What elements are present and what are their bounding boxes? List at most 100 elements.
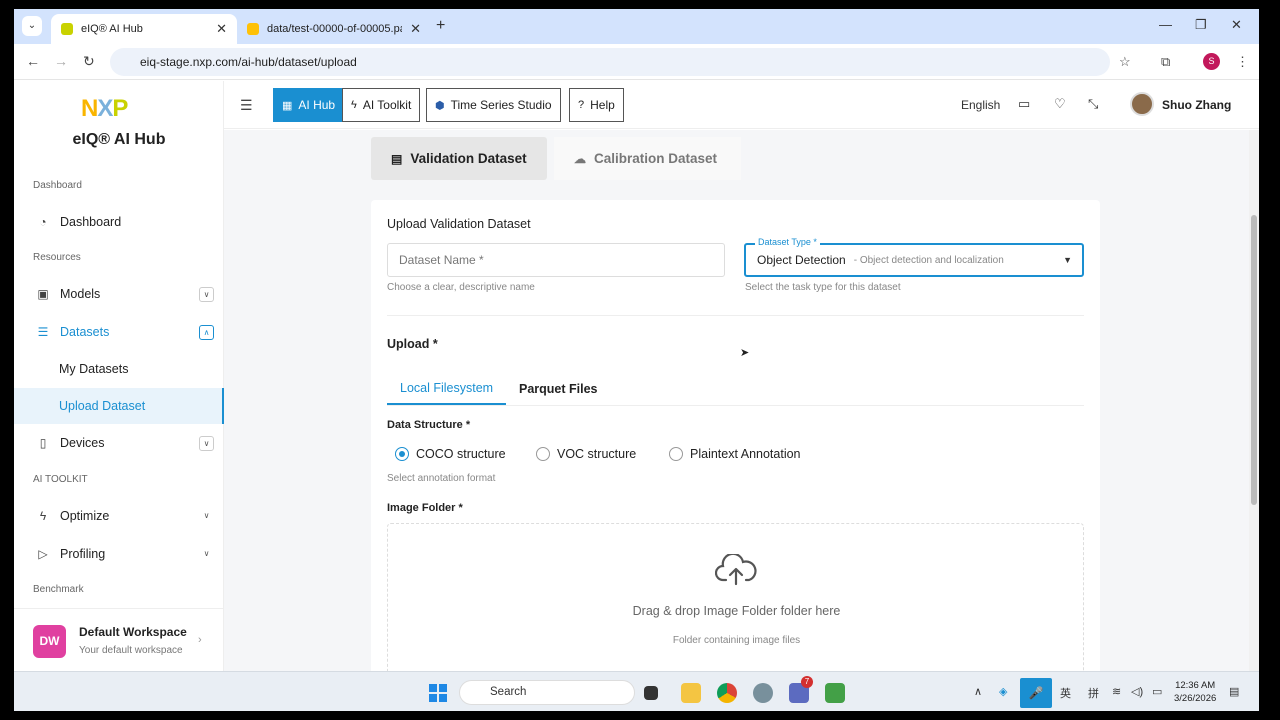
- ime-pinyin[interactable]: 拼: [1088, 685, 1099, 701]
- sidebar-item-dashboard[interactable]: ◔ Dashboard: [14, 204, 224, 240]
- workspace-name: Default Workspace: [79, 625, 187, 639]
- volume-icon[interactable]: ◁): [1131, 685, 1143, 698]
- cloud-upload-icon: [715, 554, 757, 586]
- help-button[interactable]: ? Help: [569, 88, 624, 122]
- system-clock[interactable]: 12:36 AM 3/26/2026: [1174, 679, 1216, 705]
- network-app-icon[interactable]: ◈: [999, 685, 1007, 698]
- tab-local-filesystem[interactable]: Local Filesystem: [387, 373, 507, 405]
- radio-label: COCO structure: [416, 447, 506, 461]
- data-structure-label: Data Structure *: [387, 419, 471, 431]
- device-icon: ▯: [39, 436, 47, 450]
- close-window-icon[interactable]: ✕: [1231, 17, 1242, 33]
- lightning-icon: ϟ: [351, 99, 357, 111]
- user-avatar[interactable]: [1130, 92, 1154, 116]
- task-view-icon[interactable]: [644, 686, 658, 700]
- chevron-down-icon[interactable]: ∨: [199, 286, 214, 302]
- sidebar-item-profiling[interactable]: ▷ Profiling ∨: [14, 536, 224, 572]
- huggingface-favicon-icon: [247, 23, 259, 35]
- browser-tab-parquet[interactable]: data/test-00000-of-00005.parq ✕: [237, 14, 431, 44]
- chevron-up-icon[interactable]: ∧: [199, 324, 214, 340]
- file-explorer-icon[interactable]: [681, 683, 701, 703]
- new-tab-icon[interactable]: +: [436, 17, 445, 35]
- tab-parquet-files[interactable]: Parquet Files: [506, 373, 611, 405]
- browser-tab-strip: ⌄ eIQ® AI Hub ✕ data/test-00000-of-00005…: [14, 9, 1259, 44]
- radio-plaintext[interactable]: Plaintext Annotation: [669, 447, 801, 461]
- minimize-icon[interactable]: —: [1159, 17, 1172, 32]
- sidebar-item-datasets[interactable]: ☰ Datasets ∧: [14, 314, 224, 350]
- close-tab-icon[interactable]: ✕: [216, 21, 227, 37]
- grid-icon: ▦: [282, 99, 293, 112]
- time-series-studio-button[interactable]: ⬢ Time Series Studio: [426, 88, 561, 122]
- language-selector[interactable]: English: [961, 98, 1000, 112]
- dropdown-caret-icon: ▼: [1063, 255, 1072, 265]
- notifications-icon[interactable]: ▤: [1229, 685, 1239, 698]
- tab-validation-dataset[interactable]: ▤ Validation Dataset: [371, 137, 547, 180]
- taskbar-search[interactable]: Search: [459, 680, 635, 705]
- settings-icon[interactable]: [753, 683, 773, 703]
- profile-avatar[interactable]: S: [1203, 53, 1220, 70]
- dataset-type-select[interactable]: Dataset Type * Object Detection - Object…: [744, 237, 1084, 277]
- dataset-name-helper: Choose a clear, descriptive name: [387, 282, 535, 293]
- reload-icon[interactable]: ↻: [83, 53, 95, 70]
- sidebar-item-label: My Datasets: [59, 362, 129, 376]
- windows-start-icon[interactable]: [429, 684, 447, 702]
- workspace-switcher[interactable]: DW Default Workspace Your default worksp…: [14, 608, 224, 671]
- wallet-icon[interactable]: ▭: [1018, 96, 1030, 112]
- close-tab-icon[interactable]: ✕: [410, 21, 421, 37]
- tab-title: data/test-00000-of-00005.parq: [267, 23, 402, 35]
- logo-letter-n: N: [81, 95, 98, 122]
- tab-calibration-dataset[interactable]: ☁ Calibration Dataset: [554, 137, 741, 180]
- logo-letter-x: X: [97, 95, 113, 122]
- dataset-name-input[interactable]: Dataset Name *: [387, 243, 725, 277]
- format-hint: Select annotation format: [387, 473, 496, 484]
- ime-mode[interactable]: 英: [1060, 685, 1071, 701]
- url-field[interactable]: eiq-stage.nxp.com/ai-hub/dataset/upload: [110, 48, 1110, 76]
- sidebar-item-models[interactable]: ▣ Models ∨: [14, 276, 224, 312]
- tab-search-icon[interactable]: ⌄: [22, 16, 42, 36]
- sidebar-item-optimize[interactable]: ϟ Optimize ∨: [14, 498, 224, 534]
- extensions-icon[interactable]: ⧉: [1161, 54, 1170, 70]
- chevron-down-icon[interactable]: ∨: [199, 435, 214, 451]
- microphone-icon[interactable]: 🎤: [1020, 678, 1052, 708]
- lightbulb-icon[interactable]: ♡: [1054, 96, 1066, 112]
- dataset-type-label: Dataset Type *: [755, 237, 820, 247]
- radio-coco[interactable]: COCO structure: [395, 447, 506, 461]
- wifi-icon[interactable]: ≋: [1112, 685, 1121, 698]
- section-ai-toolkit: AI TOOLKIT: [33, 474, 88, 485]
- chrome-icon[interactable]: [717, 683, 737, 703]
- restore-icon[interactable]: ❐: [1195, 17, 1207, 33]
- dropzone-text: Drag & drop Image Folder folder here: [632, 604, 841, 618]
- sidebar-item-upload-dataset[interactable]: Upload Dataset: [14, 388, 224, 424]
- divider: [387, 405, 1084, 406]
- workspace-subtitle: Your default workspace: [79, 645, 183, 656]
- bookmark-star-icon[interactable]: ☆: [1119, 54, 1131, 70]
- browser-tab-active[interactable]: eIQ® AI Hub ✕: [51, 14, 237, 44]
- ai-toolkit-button[interactable]: ϟ AI Toolkit: [342, 88, 421, 122]
- sidebar-item-my-datasets[interactable]: My Datasets: [14, 351, 224, 387]
- sidebar-item-devices[interactable]: ▯ Devices ∨: [14, 425, 224, 461]
- app-icon[interactable]: [825, 683, 845, 703]
- forward-icon[interactable]: →: [54, 53, 68, 69]
- radio-voc[interactable]: VOC structure: [536, 447, 636, 461]
- user-name[interactable]: Shuo Zhang: [1162, 98, 1231, 112]
- ai-hub-button[interactable]: ▦ AI Hub: [273, 88, 345, 122]
- chevron-down-icon[interactable]: ∨: [199, 547, 214, 562]
- workspace-avatar: DW: [33, 625, 66, 658]
- page-scrollbar[interactable]: [1249, 130, 1259, 671]
- notification-badge: 7: [801, 676, 813, 688]
- chevron-down-icon[interactable]: ∨: [199, 509, 214, 524]
- tab-label: Validation Dataset: [410, 151, 527, 166]
- collapse-menu-icon[interactable]: ☰: [240, 97, 253, 114]
- back-icon[interactable]: ←: [26, 53, 40, 69]
- scrollbar-thumb[interactable]: [1251, 215, 1257, 505]
- fullscreen-icon[interactable]: ⤡: [1088, 96, 1098, 112]
- radio-unselected-icon: [536, 447, 550, 461]
- cube-icon: ⬢: [435, 99, 445, 112]
- show-hidden-icons-icon[interactable]: ∧: [974, 685, 982, 698]
- chrome-menu-icon[interactable]: ⋮: [1236, 54, 1249, 70]
- play-circle-icon: ▷: [38, 547, 48, 561]
- nxp-favicon-icon: [61, 23, 73, 35]
- image-folder-dropzone[interactable]: Drag & drop Image Folder folder here Fol…: [387, 523, 1084, 671]
- battery-icon[interactable]: ▭: [1152, 685, 1162, 698]
- button-label: Time Series Studio: [450, 98, 552, 112]
